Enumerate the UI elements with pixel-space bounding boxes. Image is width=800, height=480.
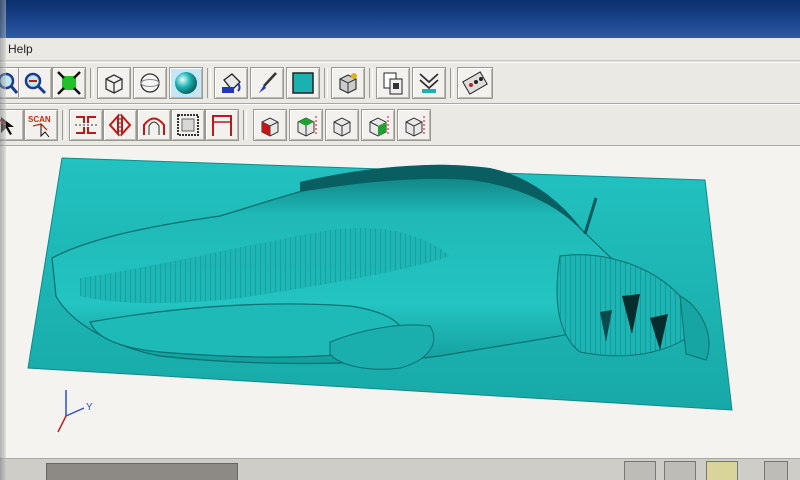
toolbar-separator [369, 68, 373, 98]
revolve-arch-icon [143, 117, 165, 135]
hidden-line-sphere-icon [140, 73, 160, 93]
shaded-sphere-icon [175, 72, 197, 94]
paint-brush-icon [259, 72, 277, 93]
view-toolbar [0, 62, 800, 104]
status-bar [0, 458, 800, 480]
settings-panel-button[interactable] [457, 67, 493, 99]
mirror-horizontal-button[interactable] [69, 109, 103, 141]
wireframe-cube-icon [105, 74, 123, 94]
zoom-fit-icon [57, 71, 81, 95]
cube-info-button[interactable] [331, 67, 365, 99]
paint-brush-button[interactable] [250, 67, 284, 99]
side-view-icon [333, 117, 351, 137]
back-view-button[interactable] [361, 109, 395, 141]
scan-button[interactable]: SCAN [24, 109, 58, 141]
axis-triad: Y [57, 390, 93, 433]
settings-panel-icon [462, 71, 488, 95]
back-view-icon [369, 116, 389, 137]
paint-bucket-icon [222, 73, 241, 93]
model-canvas: Y [27, 157, 733, 433]
toolbar-separator [62, 110, 66, 140]
axis-y-label: Y [86, 402, 93, 413]
color-swatch-button[interactable] [286, 67, 320, 99]
revolve-button[interactable] [137, 109, 171, 141]
app-window: Help SCAN Y [0, 0, 800, 480]
toolbar-separator [243, 110, 247, 140]
toolbar-separator [450, 68, 454, 98]
toolbar-separator [90, 68, 94, 98]
top-view-button[interactable] [289, 109, 323, 141]
shaded-button[interactable] [169, 67, 203, 99]
title-bar [0, 0, 800, 38]
toolbar-separator [324, 68, 328, 98]
color-swatch-icon [292, 72, 314, 94]
front-view-button[interactable] [253, 109, 287, 141]
front-view-icon [261, 117, 279, 137]
scan-label: SCAN [28, 115, 51, 124]
copy-document-icon [383, 72, 403, 95]
cube-info-icon [339, 73, 357, 94]
mirror-vertical-icon [108, 113, 132, 137]
menu-bar: Help [0, 38, 800, 61]
3d-viewport[interactable]: Y [0, 146, 800, 458]
exit-button[interactable] [706, 461, 738, 480]
edit-toolbar: SCAN [0, 104, 800, 146]
mesh-conversion-button[interactable] [412, 67, 446, 99]
zoom-out-icon [24, 72, 47, 95]
mirror-vertical-button[interactable] [103, 109, 137, 141]
side-view-button[interactable] [325, 109, 359, 141]
wireframe-button[interactable] [97, 67, 131, 99]
portal-frame-icon [212, 115, 232, 136]
grid-frame-button[interactable] [171, 109, 205, 141]
print-button[interactable] [624, 461, 656, 480]
status-panel [46, 463, 238, 480]
portal-frame-button[interactable] [205, 109, 239, 141]
grid-frame-icon [177, 114, 199, 136]
mirror-horizontal-icon [75, 116, 97, 134]
next-button[interactable] [764, 461, 788, 480]
mesh-conversion-icon [419, 73, 439, 93]
zoom-out-button[interactable] [18, 67, 52, 99]
hidden-line-button[interactable] [133, 67, 167, 99]
toolbar-separator [207, 68, 211, 98]
copy-button[interactable] [376, 67, 410, 99]
top-view-icon [297, 116, 317, 137]
iso-view-icon [405, 116, 425, 137]
monitor-bezel [0, 0, 6, 480]
paint-bucket-button[interactable] [214, 67, 248, 99]
menu-help[interactable]: Help [8, 42, 33, 56]
scan-icon: SCAN [28, 115, 51, 138]
iso-view-button[interactable] [397, 109, 431, 141]
settings-button[interactable] [664, 461, 696, 480]
zoom-fit-button[interactable] [52, 67, 86, 99]
